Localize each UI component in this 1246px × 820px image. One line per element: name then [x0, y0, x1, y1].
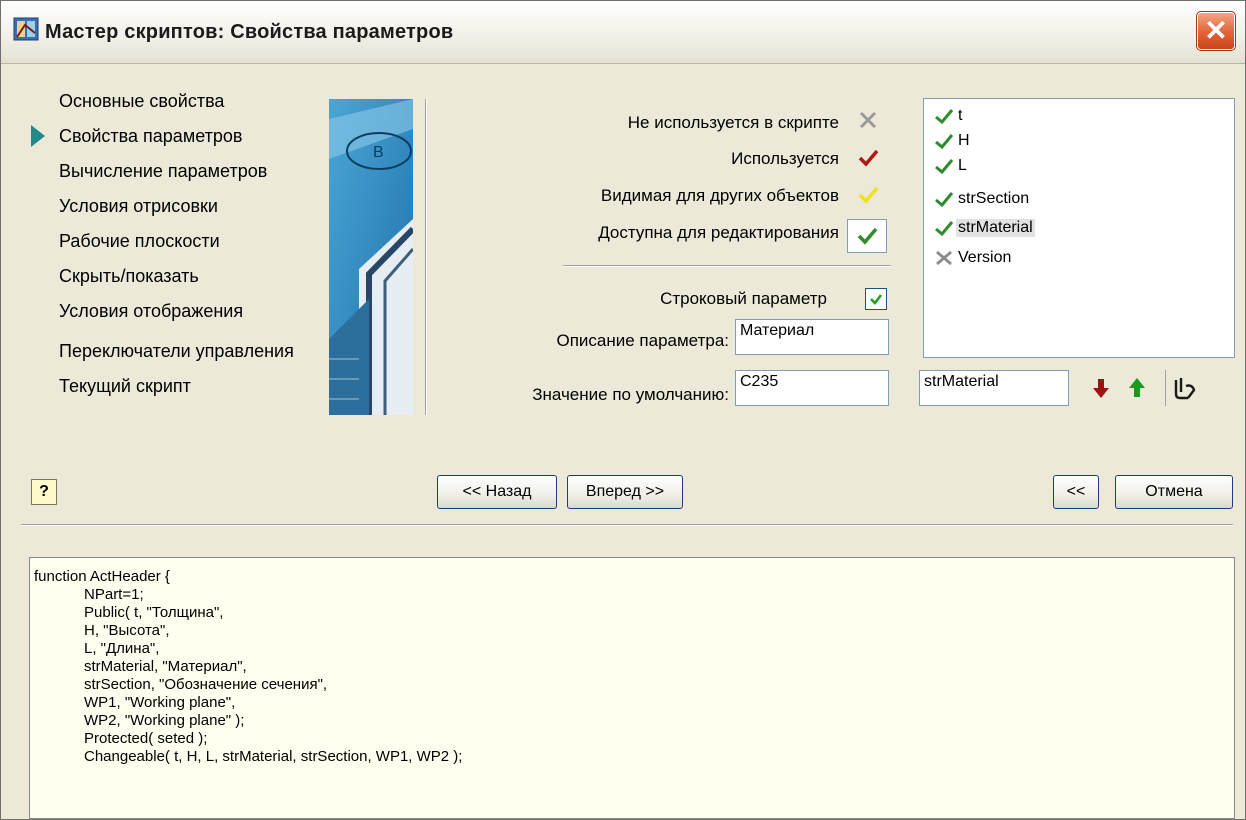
- editable-toggle[interactable]: [847, 219, 887, 253]
- back-button[interactable]: << Назад: [437, 475, 557, 509]
- code-line: strMaterial, "Материал",: [34, 658, 247, 675]
- app-icon: [13, 17, 39, 41]
- used-label: Используется: [731, 149, 839, 168]
- param-name: t: [958, 107, 963, 124]
- title-bar[interactable]: Мастер скриптов: Свойства параметров ✕: [1, 1, 1245, 64]
- list-item-L[interactable]: L: [932, 155, 969, 179]
- editable-label: Доступна для редактирования: [598, 223, 839, 242]
- not-used-toggle[interactable]: [849, 105, 887, 137]
- code-line: Changeable( t, H, L, strMaterial, strSec…: [34, 748, 463, 765]
- description-label: Описание параметра:: [556, 331, 729, 350]
- code-line: Public( t, "Толщина",: [34, 604, 224, 621]
- script-wizard-window: Мастер скриптов: Свойства параметров ✕ О…: [0, 0, 1246, 820]
- collapse-button[interactable]: <<: [1053, 475, 1099, 509]
- move-up-button[interactable]: [1119, 370, 1155, 406]
- check-icon: [935, 134, 954, 150]
- code-line: WP1, "Working plane",: [34, 694, 236, 711]
- code-line: H, "Высота",: [34, 622, 170, 639]
- footer-divider: [21, 524, 1233, 526]
- cross-icon: [859, 111, 877, 129]
- wizard-side-image: B: [329, 99, 413, 415]
- description-input[interactable]: Материал: [735, 319, 889, 355]
- code-line: function ActHeader {: [34, 568, 170, 585]
- move-down-button[interactable]: [1083, 370, 1119, 406]
- nav-item-parameter-properties[interactable]: Свойства параметров: [59, 126, 242, 147]
- close-icon: ✕: [1204, 15, 1228, 46]
- rename-button[interactable]: [1165, 370, 1202, 406]
- check-icon: [858, 149, 879, 167]
- arrow-down-icon: [1093, 379, 1109, 398]
- param-name: Version: [958, 249, 1012, 266]
- cancel-button[interactable]: Отмена: [1115, 475, 1233, 509]
- parameters-list[interactable]: t H L strSection strMaterial Version: [923, 98, 1235, 358]
- vertical-divider: [425, 99, 427, 415]
- not-used-label: Не используется в скрипте: [627, 113, 839, 132]
- list-item-t[interactable]: t: [932, 105, 964, 129]
- arrow-up-icon: [1129, 378, 1145, 397]
- code-line: NPart=1;: [34, 586, 144, 603]
- nav-item-hide-show[interactable]: Скрыть/показать: [59, 266, 199, 287]
- nav-item-current-script[interactable]: Текущий скрипт: [59, 376, 191, 397]
- default-value-input[interactable]: С235: [735, 370, 889, 406]
- visible-label: Видимая для других объектов: [600, 186, 839, 205]
- nav-item-control-switches[interactable]: Переключатели управления: [59, 341, 294, 362]
- nav-item-drawing-conditions[interactable]: Условия отрисовки: [59, 196, 218, 217]
- param-name: L: [958, 157, 967, 174]
- svg-text:B: B: [373, 144, 384, 161]
- used-toggle[interactable]: [849, 142, 887, 174]
- list-item-H[interactable]: H: [932, 130, 972, 154]
- list-item-strMaterial[interactable]: strMaterial: [932, 217, 1035, 241]
- visible-toggle[interactable]: [849, 179, 887, 211]
- nav-item-basic-properties[interactable]: Основные свойства: [59, 91, 224, 112]
- param-name: strSection: [958, 190, 1030, 207]
- current-step-arrow-icon: [31, 125, 45, 147]
- string-param-label: Строковый параметр: [660, 289, 827, 308]
- close-button[interactable]: ✕: [1196, 11, 1236, 51]
- param-name-input[interactable]: strMaterial: [919, 370, 1069, 406]
- checkbox-check-icon: [870, 294, 883, 305]
- help-icon: ?: [39, 483, 49, 500]
- check-icon: [857, 227, 878, 245]
- check-icon: [935, 192, 954, 208]
- code-line: strSection, "Обозначение сечения",: [34, 676, 328, 693]
- param-name: H: [958, 132, 970, 149]
- check-icon: [858, 186, 879, 204]
- nav-item-display-conditions[interactable]: Условия отображения: [59, 301, 243, 322]
- list-item-strSection[interactable]: strSection: [932, 188, 1031, 212]
- check-icon: [935, 109, 954, 125]
- code-line: WP2, "Working plane" );: [34, 712, 245, 729]
- window-title: Мастер скриптов: Свойства параметров: [45, 21, 454, 43]
- next-button[interactable]: Вперед >>: [567, 475, 683, 509]
- hand-pointer-icon: [1174, 378, 1196, 400]
- default-value-label: Значение по умолчанию:: [532, 385, 729, 404]
- nav-item-working-planes[interactable]: Рабочие плоскости: [59, 231, 220, 252]
- list-item-Version[interactable]: Version: [932, 247, 1013, 271]
- nav-item-parameter-calculation[interactable]: Вычисление параметров: [59, 161, 267, 182]
- code-line: Protected( seted );: [34, 730, 208, 747]
- legend-divider: [563, 265, 891, 267]
- help-button[interactable]: ?: [31, 479, 57, 505]
- param-name: strMaterial: [956, 219, 1035, 237]
- code-line: L, "Длина",: [34, 640, 160, 657]
- check-icon: [935, 159, 954, 175]
- check-icon: [935, 221, 954, 237]
- cross-icon: [936, 250, 952, 266]
- script-code-view[interactable]: function ActHeader { NPart=1; Public( t,…: [29, 557, 1235, 819]
- string-param-checkbox[interactable]: [865, 288, 887, 310]
